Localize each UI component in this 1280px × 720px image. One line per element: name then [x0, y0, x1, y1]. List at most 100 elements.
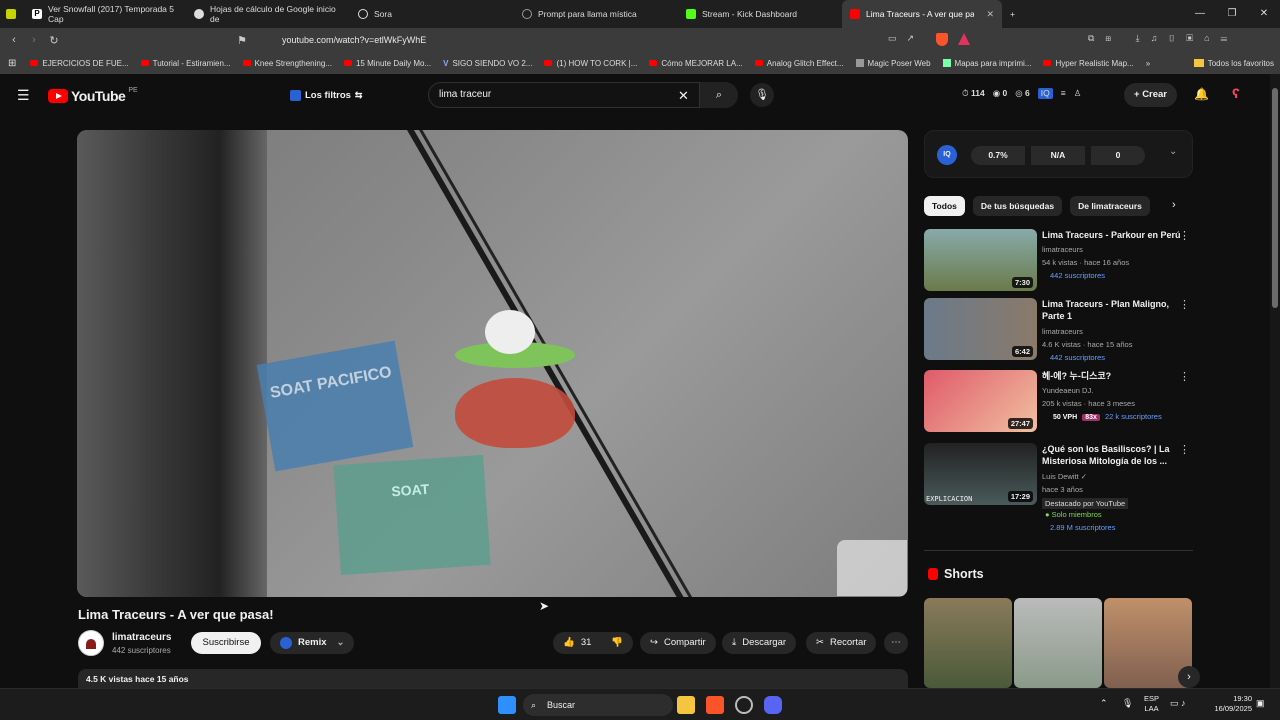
brave-rewards-icon[interactable]	[958, 33, 970, 45]
windows-start-icon[interactable]	[498, 696, 516, 714]
url-field[interactable]: youtube.com/watch?v=etlWkFyWhE	[258, 32, 878, 49]
browser-tab[interactable]: Stream - Kick Dashboard	[678, 0, 842, 28]
back-icon[interactable]: ‹	[4, 34, 24, 46]
forward-icon[interactable]: ›	[24, 34, 44, 46]
app-icon[interactable]	[735, 696, 753, 714]
minimize-icon[interactable]: —	[1184, 0, 1216, 28]
brave-browser-icon[interactable]	[706, 696, 724, 714]
browser-tab[interactable]: P Ver Snowfall (2017) Temporada 5 Cap	[24, 0, 186, 28]
apps-icon[interactable]: ⊞	[0, 58, 24, 69]
short-thumbnail[interactable]	[1014, 598, 1102, 688]
tray-chevron-icon[interactable]: ⌃	[1100, 698, 1108, 709]
bookmark-item[interactable]: (1) HOW TO CORK |...	[538, 59, 643, 68]
video-thumbnail[interactable]: EXPLICACION 17:29	[924, 443, 1037, 505]
header-stats[interactable]: ⏱ 114 ◉ 0 ◎ 6 IQ ≡ ♙	[962, 88, 1081, 99]
video-thumbnail[interactable]: 6:42	[924, 298, 1037, 360]
bookmarks-folder[interactable]: Todos los favoritos	[1188, 59, 1280, 68]
chip-from-searches[interactable]: De tus búsquedas	[972, 196, 1063, 216]
browser-tab[interactable]: Hojas de cálculo de Google inicio de	[186, 0, 350, 28]
file-explorer-icon[interactable]	[677, 696, 695, 714]
iq-toolbar-icon[interactable]: IQ	[1037, 88, 1053, 99]
recommendation-channel[interactable]: limatraceurs	[1042, 245, 1083, 254]
restore-icon[interactable]: ❐	[1216, 0, 1248, 28]
recommendation-title[interactable]: 헤-에? 누-디스코?	[1042, 370, 1184, 382]
taskbar-clock[interactable]: 19:30 16/09/2025	[1206, 694, 1252, 714]
clear-search-icon[interactable]: ✕	[678, 88, 689, 104]
recommendation-channel[interactable]: Luis Dewitt ✓	[1042, 472, 1087, 481]
network-volume-icons[interactable]: ▭ ♪	[1170, 698, 1186, 709]
microphone-tray-icon[interactable]: 🎙	[1122, 698, 1133, 709]
bookmark-item[interactable]: Tutorial - Estiramien...	[135, 59, 237, 68]
remix-button[interactable]: Remix ⌄	[270, 632, 355, 654]
download-button[interactable]: ⤓ Descargar	[722, 632, 797, 654]
channel-name[interactable]: limatraceurs	[112, 632, 171, 643]
more-vert-icon[interactable]: ⋮	[1179, 229, 1190, 242]
new-tab-button[interactable]: +	[1002, 0, 1026, 28]
browser-tab[interactable]: Prompt para llama mística	[514, 0, 678, 28]
video-thumbnail[interactable]: 27:47	[924, 370, 1037, 432]
video-player[interactable]: SOAT PACIFICO SOAT	[77, 130, 908, 597]
close-tab-icon[interactable]: ✕	[986, 9, 994, 20]
more-vert-icon[interactable]: ⋮	[1179, 443, 1190, 456]
avatar[interactable]: ʕ	[1232, 85, 1250, 105]
recommendation-item[interactable]: 6:42 Lima Traceurs - Plan Maligno, Parte…	[924, 298, 1194, 362]
extension-icon[interactable]: ♙	[1074, 88, 1082, 99]
more-bookmarks-icon[interactable]: »	[1140, 59, 1156, 68]
close-window-icon[interactable]: ✕	[1248, 0, 1280, 28]
bookmark-item[interactable]: Magic Poser Web	[850, 59, 937, 68]
language-indicator[interactable]: ESP LAA	[1144, 694, 1159, 714]
bookmark-icon[interactable]: ⚑	[232, 34, 252, 47]
recommendation-item[interactable]: 27:47 헤-에? 누-디스코? Yundeaeun DJ. 205 k vi…	[924, 370, 1194, 434]
more-vert-icon[interactable]: ⋮	[1179, 370, 1190, 383]
bookmark-item[interactable]: Cómo MEJORAR LA...	[643, 59, 748, 68]
notifications-bell-icon[interactable]: 🔔	[1194, 87, 1209, 101]
bookmark-item[interactable]: Analog Glitch Effect...	[749, 59, 850, 68]
like-icon[interactable]: 👍	[563, 632, 575, 654]
recommendation-title[interactable]: Lima Traceurs - Parkour en Perú	[1042, 229, 1184, 241]
filters-button[interactable]: Los filtros ⇆	[290, 86, 362, 104]
notification-icon[interactable]: ▣	[1256, 698, 1265, 709]
short-thumbnail[interactable]	[924, 598, 1012, 688]
recommendation-item[interactable]: EXPLICACION 17:29 ¿Qué son los Basilisco…	[924, 443, 1194, 539]
chip-from-channel[interactable]: De limatraceurs	[1070, 196, 1150, 216]
recommendation-channel[interactable]: Yundeaeun DJ.	[1042, 386, 1093, 395]
create-button[interactable]: + Crear	[1124, 83, 1178, 107]
taskbar-search[interactable]: ⌕ Buscar	[523, 694, 673, 716]
chevron-right-icon[interactable]: ›	[1172, 199, 1176, 211]
reload-icon[interactable]: ↻	[44, 34, 64, 47]
browser-toolbar-icons[interactable]: ⧉⊞ ⤓♫▯▣⌂☰	[1088, 33, 1238, 44]
share-button[interactable]: ↪ Compartir	[640, 632, 716, 654]
extensions-icons[interactable]: ▭↗	[888, 33, 924, 44]
clip-button[interactable]: ✂ Recortar	[806, 632, 877, 654]
recommendation-item[interactable]: 7:30 Lima Traceurs - Parkour en Perú lim…	[924, 229, 1194, 293]
scrollbar-thumb[interactable]	[1272, 88, 1278, 308]
subscribe-button[interactable]: Suscribirse	[191, 632, 261, 654]
like-dislike-button[interactable]: 👍 31 👎	[553, 632, 633, 654]
list-icon[interactable]: ≡	[1061, 88, 1066, 99]
chevron-down-icon[interactable]: ⌄	[1169, 146, 1177, 157]
browser-menu-icon[interactable]	[0, 0, 24, 28]
page-scrollbar[interactable]	[1270, 74, 1280, 688]
bookmark-item[interactable]: Mapas para imprimi...	[937, 59, 1038, 68]
recommendation-title[interactable]: ¿Qué son los Basiliscos? | La Misteriosa…	[1042, 443, 1184, 467]
hamburger-menu-icon[interactable]: ☰	[17, 87, 30, 104]
recommendation-title[interactable]: Lima Traceurs - Plan Maligno, Parte 1	[1042, 298, 1184, 322]
bookmark-item[interactable]: Hyper Realistic Map...	[1037, 59, 1139, 68]
browser-tab[interactable]: Sora	[350, 0, 514, 28]
video-thumbnail[interactable]: 7:30	[924, 229, 1037, 291]
search-input[interactable]: lima traceur	[428, 82, 700, 108]
more-vert-icon[interactable]: ⋮	[1179, 298, 1190, 311]
channel-avatar[interactable]	[78, 630, 104, 656]
brave-shield-icon[interactable]	[936, 33, 948, 46]
dislike-icon[interactable]: 👎	[611, 632, 623, 654]
bookmark-item[interactable]: V SIGO SIENDO VO 2...	[437, 59, 538, 68]
bookmark-item[interactable]: EJERCICIOS DE FUE...	[24, 59, 134, 68]
chip-all[interactable]: Todos	[924, 196, 965, 216]
chevron-right-icon[interactable]: ›	[1178, 666, 1200, 688]
more-actions-button[interactable]: ⋯	[884, 632, 908, 654]
bookmark-item[interactable]: 15 Minute Daily Mo...	[338, 59, 437, 68]
discord-icon[interactable]	[764, 696, 782, 714]
bookmark-item[interactable]: Knee Strengthening...	[237, 59, 338, 68]
youtube-logo[interactable]: YouTube PE	[48, 87, 138, 104]
search-button[interactable]: ⌕	[700, 82, 738, 108]
